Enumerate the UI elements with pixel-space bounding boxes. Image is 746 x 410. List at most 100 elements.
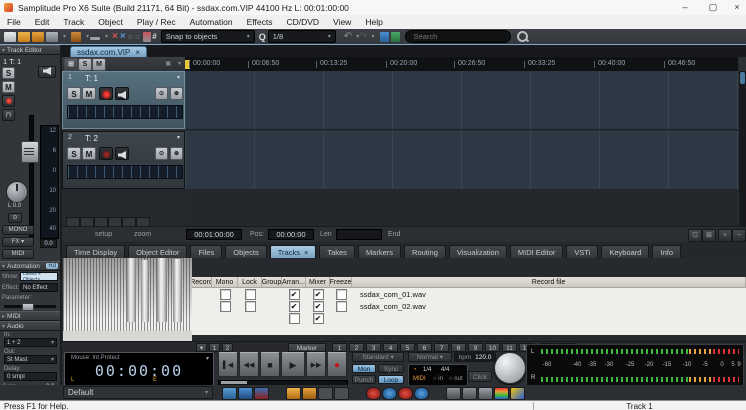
all-solo-button[interactable]: S: [78, 58, 92, 71]
tab-takes[interactable]: Takes: [319, 245, 355, 258]
tab-keyboard[interactable]: Keyboard: [601, 245, 649, 258]
track2-mute-button[interactable]: M: [82, 147, 96, 160]
play-button[interactable]: ▶: [281, 352, 305, 377]
menu-item-track[interactable]: Track: [56, 17, 91, 27]
mixer-checkbox[interactable]: [313, 301, 324, 312]
audio-section-header[interactable]: ▾ Audio: [0, 321, 60, 331]
menu-item-playrec[interactable]: Play / Rec: [130, 17, 183, 27]
click-button[interactable]: Click: [468, 371, 492, 382]
editor-record-button[interactable]: [2, 95, 15, 107]
lock-icon[interactable]: ⊓: [2, 109, 15, 121]
view-mixer-icon[interactable]: [238, 387, 253, 400]
marker-3[interactable]: 3: [366, 343, 381, 352]
range-tool-icon[interactable]: [90, 37, 100, 40]
track-header-2[interactable]: 2 T: 2 ▾ S M ⊙ ⊛: [62, 131, 185, 189]
marker-11[interactable]: 11: [502, 343, 517, 352]
nudge-right-icon[interactable]: [462, 387, 477, 400]
pan-knob[interactable]: [6, 181, 28, 203]
marker-8[interactable]: 8: [451, 343, 466, 352]
tab-close-icon[interactable]: ×: [135, 48, 140, 57]
table-row[interactable]: [192, 312, 746, 324]
marker-6[interactable]: 6: [417, 343, 432, 352]
tab-info[interactable]: Info: [652, 245, 681, 258]
marker-tool-icon[interactable]: [391, 32, 400, 42]
fit-project-icon[interactable]: ⊠: [702, 229, 716, 242]
bpm-display[interactable]: bpm 120.0: [454, 352, 496, 362]
maximize-button[interactable]: ▢: [704, 0, 722, 14]
col-arrange[interactable]: Arran...: [282, 277, 306, 287]
crossfade-icon[interactable]: ×: [120, 31, 126, 42]
global-monitor-icon[interactable]: [414, 387, 429, 400]
table-row[interactable]: ssdax_com_01.wav: [192, 288, 746, 300]
play-record-icon[interactable]: [254, 387, 269, 400]
track-header-1[interactable]: 1 T: 1 ▾ S M ⊙ ⊛: [62, 71, 185, 129]
loop-time-field[interactable]: 00:01:00:00: [186, 229, 242, 240]
workspace-select[interactable]: Default ▾: [63, 386, 213, 399]
global-solo-icon[interactable]: [382, 387, 397, 400]
tab-markers[interactable]: Markers: [358, 245, 401, 258]
snap-mode-select[interactable]: Snap to objects ▾: [161, 30, 255, 43]
color-tool-icon[interactable]: [380, 32, 389, 42]
track1-link-icon[interactable]: ⊙: [155, 87, 168, 100]
col-lock[interactable]: Lock: [238, 277, 262, 287]
menu-item-file[interactable]: File: [0, 17, 28, 27]
phase-icon[interactable]: ⊙: [8, 213, 22, 223]
len-value-field[interactable]: [336, 229, 382, 240]
fast-forward-button[interactable]: ▶▶: [306, 352, 326, 377]
midi-section-header[interactable]: ▸ MIDI: [0, 311, 60, 321]
track2-solo-button[interactable]: S: [67, 147, 81, 160]
import-icon[interactable]: [32, 32, 44, 42]
track1-settings-icon[interactable]: ⊛: [170, 87, 183, 100]
menu-item-automation[interactable]: Automation: [183, 17, 240, 27]
marker-10[interactable]: 10: [485, 343, 500, 352]
tab-routing[interactable]: Routing: [404, 245, 446, 258]
record-button[interactable]: ●: [327, 352, 347, 377]
col-mixer[interactable]: Mixer: [306, 277, 330, 287]
arrange-checkbox[interactable]: [289, 301, 300, 312]
punch-button[interactable]: Punch: [352, 375, 376, 384]
cut-icon[interactable]: ×: [112, 31, 118, 42]
menu-item-cddvd[interactable]: CD/DVD: [279, 17, 326, 27]
tab-files[interactable]: Files: [190, 245, 222, 258]
rewind-button[interactable]: ◀◀: [239, 352, 259, 377]
parameter-slider-handle[interactable]: [22, 303, 34, 311]
effect-value-select[interactable]: No Effect: [20, 283, 58, 292]
marker-label-button[interactable]: Marker: [288, 343, 326, 352]
mono-checkbox[interactable]: [220, 289, 231, 300]
mixer-checkbox[interactable]: [313, 289, 324, 300]
delay-value[interactable]: 0 smpl: [4, 372, 57, 381]
monitor-button[interactable]: Mon: [352, 364, 376, 373]
midi-button[interactable]: MIDI: [2, 249, 34, 259]
marker-4[interactable]: 4: [383, 343, 398, 352]
volume-fader-handle[interactable]: [21, 141, 39, 163]
tab-tracks[interactable]: Tracks ×: [270, 245, 317, 258]
track-grid-icon[interactable]: ⊞: [64, 58, 78, 71]
lock-checkbox[interactable]: [245, 301, 256, 312]
mouse-mode-icon[interactable]: [71, 32, 81, 42]
arrange-lane-1[interactable]: [185, 71, 738, 130]
audio-out-select[interactable]: St Mast▾: [4, 355, 57, 364]
track2-link-icon[interactable]: ⊙: [155, 147, 168, 160]
marker-1[interactable]: 1: [332, 343, 347, 352]
zoom-out-button[interactable]: −: [732, 229, 746, 242]
redo-icon[interactable]: ↷: [359, 31, 367, 42]
metronome-midi-display[interactable]: ◔ 1/4 4/4 MIDI ○ in ○ out: [408, 364, 468, 386]
monitor-speaker-button[interactable]: [38, 66, 56, 78]
setup-button[interactable]: setup: [95, 231, 112, 238]
transport-time-display[interactable]: Mouse: Int.Protect ▾ 00:00:00 L E: [64, 352, 214, 386]
minimize-button[interactable]: –: [676, 0, 694, 14]
menu-item-edit[interactable]: Edit: [28, 17, 57, 27]
tab-objects[interactable]: Objects: [225, 245, 266, 258]
undo-icon[interactable]: ↶: [344, 31, 352, 42]
show-value-select[interactable]: Lanes + Objects: [20, 272, 58, 281]
fx-button[interactable]: FX ▾: [2, 237, 34, 247]
global-mute-icon[interactable]: [366, 387, 381, 400]
view-grid-icon[interactable]: [222, 387, 237, 400]
slider-thumb[interactable]: [221, 381, 247, 384]
zoom-button[interactable]: zoom: [134, 231, 151, 238]
tab-time-display[interactable]: Time Display: [66, 245, 125, 258]
menu-item-help[interactable]: Help: [358, 17, 389, 27]
track-name[interactable]: T: 1: [85, 74, 98, 83]
magnet-icon[interactable]: [143, 32, 151, 42]
col-group[interactable]: Group: [262, 277, 282, 287]
